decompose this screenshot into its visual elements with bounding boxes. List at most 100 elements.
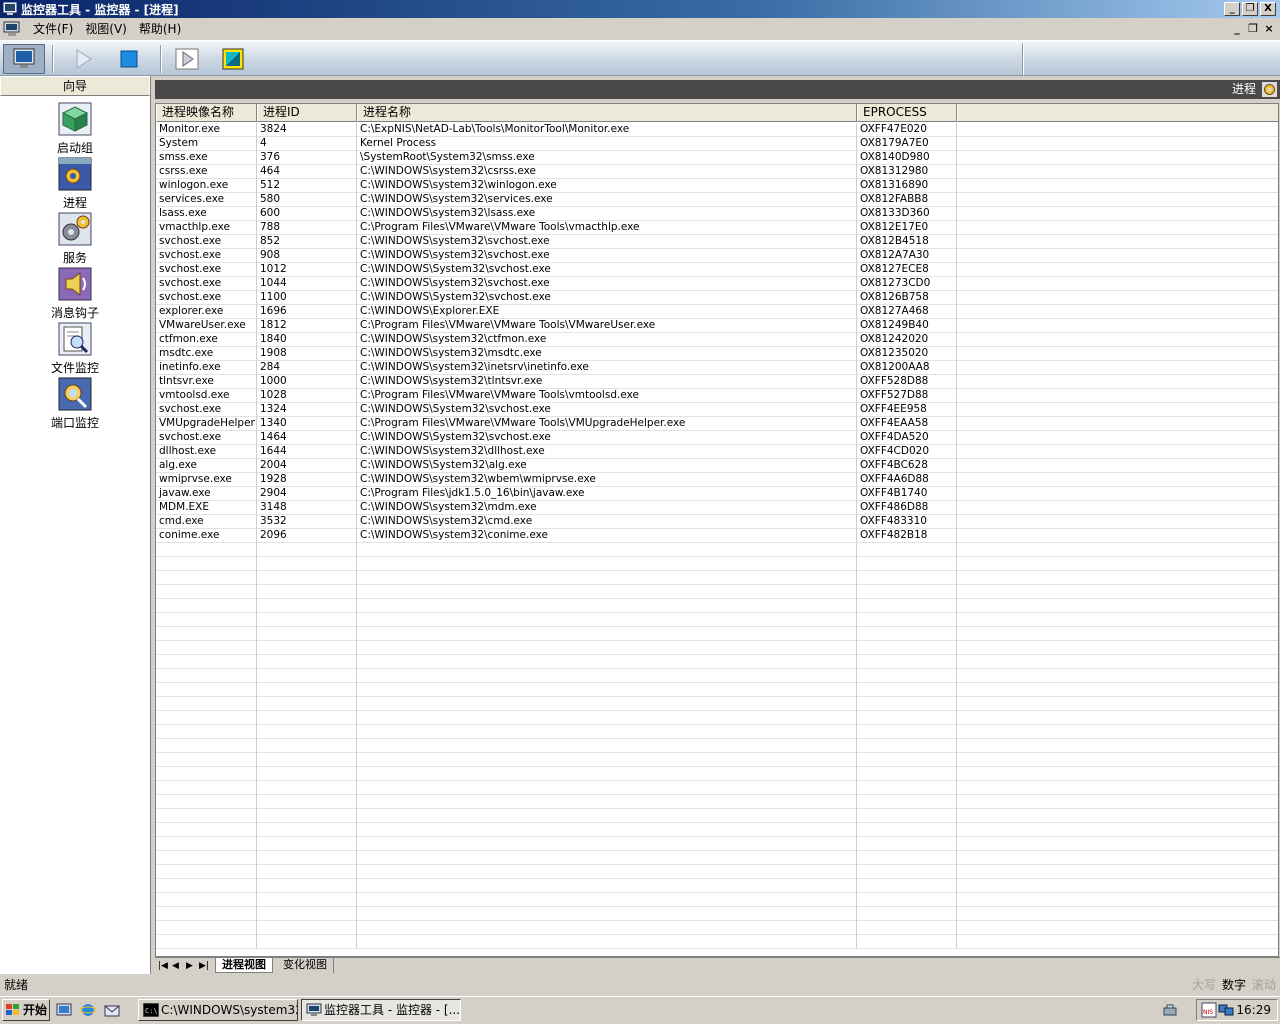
usb-device-icon[interactable] [1162,1002,1178,1018]
table-row[interactable]: System 4 Kernel Process OX8179A7E0 [156,137,1278,151]
cell-blank [957,599,1278,613]
table-row[interactable]: VMUpgradeHelper 1340 C:\Program Files\VMwa… [156,417,1278,431]
cell-eprocess [857,599,957,613]
column-header-image-name[interactable]: 进程映像名称 [156,104,257,122]
cell-process-path: C:\WINDOWS\system32\services.exe [357,193,857,207]
table-row[interactable]: alg.exe 2004 C:\WINDOWS\System32\alg.exe OX… [156,459,1278,473]
table-row[interactable]: wmiprvse.exe 1928 C:\WINDOWS\system32\wbem… [156,473,1278,487]
cell-process-path: C:\WINDOWS\system32\svchost.exe [357,235,857,249]
cell-eprocess: OX81235020 [857,347,957,361]
wizard-item-port-monitor[interactable]: 端口监控 [0,377,150,430]
cell-image-name: explorer.exe [156,305,257,319]
menu-help[interactable]: 帮助(H) [133,19,187,39]
toolbar-separator [160,45,162,73]
nis-tray-icon[interactable]: NIS [1201,1002,1217,1018]
last-tab-arrow[interactable]: ▶| [199,959,209,973]
cell-process-path: \SystemRoot\System32\smss.exe [357,151,857,165]
cell-blank [957,305,1278,319]
next-tab-arrow[interactable]: ▶ [186,959,193,973]
table-row[interactable]: javaw.exe 2904 C:\Program Files\jdk1.5.0_1… [156,487,1278,501]
table-row[interactable]: vmacthlp.exe 788 C:\Program Files\VMware\V… [156,221,1278,235]
cell-eprocess: OX81273CD0 [857,277,957,291]
cell-blank [957,221,1278,235]
cell-eprocess: OX812A7A30 [857,249,957,263]
first-tab-arrow[interactable]: |◀ [158,959,168,973]
cell-blank [957,893,1278,907]
cell-image-name [156,865,257,879]
table-row[interactable]: cmd.exe 3532 C:\WINDOWS\system32\cmd.exe OX… [156,515,1278,529]
minimize-button[interactable]: _ [1224,2,1240,16]
wizard-item-startup-group[interactable]: 启动组 [0,102,150,155]
process-list[interactable]: 进程映像名称 进程ID 进程名称 EPROCESS Monitor.exe 382… [155,103,1279,957]
table-row[interactable]: svchost.exe 1464 C:\WINDOWS\System32\svcho… [156,431,1278,445]
start-button[interactable]: 开始 [2,999,50,1021]
cell-image-name: csrss.exe [156,165,257,179]
mdi-minimize-button[interactable]: _ [1230,22,1244,36]
table-row[interactable]: ctfmon.exe 1840 C:\WINDOWS\system32\ctfmon… [156,333,1278,347]
menu-file[interactable]: 文件(F) [27,19,79,39]
wizard-item-service[interactable]: 服务 [0,212,150,265]
taskbar-item-monitor[interactable]: 监控器工具 - 监控器 - [... [301,999,461,1021]
taskbar-item-cmd[interactable]: C:\ C:\WINDOWS\system32... [138,999,298,1021]
column-header-eprocess[interactable]: EPROCESS [857,104,957,122]
maximize-button[interactable]: ❐ [1242,2,1258,16]
mdi-close-button[interactable]: × [1262,22,1276,36]
table-row[interactable]: msdtc.exe 1908 C:\WINDOWS\system32\msdtc.e… [156,347,1278,361]
table-row[interactable]: svchost.exe 852 C:\WINDOWS\system32\svchos… [156,235,1278,249]
cell-blank [957,613,1278,627]
table-row[interactable]: services.exe 580 C:\WINDOWS\system32\servi… [156,193,1278,207]
table-row[interactable]: MDM.EXE 3148 C:\WINDOWS\system32\mdm.exe OX… [156,501,1278,515]
cell-eprocess [857,557,957,571]
table-row[interactable]: vmtoolsd.exe 1028 C:\Program Files\VMware\… [156,389,1278,403]
close-button[interactable]: X [1260,2,1276,16]
outlook-express-icon[interactable] [104,1002,120,1018]
cell-image-name: cmd.exe [156,515,257,529]
table-row[interactable]: svchost.exe 1324 C:\WINDOWS\System32\svcho… [156,403,1278,417]
cell-blank [957,697,1278,711]
cell-image-name [156,935,257,949]
wizard-item-process[interactable]: 进程 [0,157,150,210]
table-row[interactable]: svchost.exe 1044 C:\WINDOWS\system32\svcho… [156,277,1278,291]
cell-pid [257,571,357,585]
table-row[interactable]: svchost.exe 1100 C:\WINDOWS\System32\svcho… [156,291,1278,305]
monitor-toolbar-button[interactable] [3,44,45,74]
table-row[interactable]: explorer.exe 1696 C:\WINDOWS\Explorer.EXE O… [156,305,1278,319]
cell-blank [957,459,1278,473]
table-row[interactable]: conime.exe 2096 C:\WINDOWS\system32\conime… [156,529,1278,543]
cell-image-name [156,725,257,739]
wizard-item-message-hook[interactable]: 消息钩子 [0,267,150,320]
show-desktop-icon[interactable] [56,1002,72,1018]
wizard-item-file-monitor[interactable]: 文件监控 [0,322,150,375]
title-bar[interactable]: 监控器工具 - 监控器 - [进程] _ ❐ X [0,0,1280,18]
stop-toolbar-button[interactable] [108,44,150,74]
table-row[interactable]: svchost.exe 908 C:\WINDOWS\system32\svchos… [156,249,1278,263]
mdi-restore-button[interactable]: ❐ [1246,22,1260,36]
cell-blank [957,823,1278,837]
table-row[interactable]: winlogon.exe 512 C:\WINDOWS\system32\winlo… [156,179,1278,193]
internet-explorer-icon[interactable] [80,1002,96,1018]
menu-view[interactable]: 视图(V) [79,19,133,39]
start-toolbar-button[interactable] [62,44,104,74]
prev-tab-arrow[interactable]: ◀ [172,959,179,973]
table-row[interactable]: svchost.exe 1012 C:\WINDOWS\System32\svcho… [156,263,1278,277]
table-row[interactable]: VMwareUser.exe 1812 C:\Program Files\VMwar… [156,319,1278,333]
table-row[interactable]: dllhost.exe 1644 C:\WINDOWS\system32\dllho… [156,445,1278,459]
cell-blank [957,165,1278,179]
table-row[interactable]: smss.exe 376 \SystemRoot\System32\smss.exe… [156,151,1278,165]
column-header-process-path[interactable]: 进程名称 [357,104,857,122]
mdi-child-icon[interactable] [3,21,21,37]
network-tray-icon[interactable] [1218,1002,1234,1018]
snapshot-toolbar-button[interactable] [212,44,254,74]
cell-eprocess [857,543,957,557]
table-row[interactable]: Monitor.exe 3824 C:\ExpNIS\NetAD-Lab\Tools… [156,123,1278,137]
tab-process-view[interactable]: 进程视图 [215,958,273,973]
table-row[interactable]: inetinfo.exe 284 C:\WINDOWS\system32\inets… [156,361,1278,375]
table-row[interactable]: lsass.exe 600 C:\WINDOWS\system32\lsass.ex… [156,207,1278,221]
table-row[interactable]: csrss.exe 464 C:\WINDOWS\system32\csrss.ex… [156,165,1278,179]
table-row[interactable]: tlntsvr.exe 1000 C:\WINDOWS\system32\tlnts… [156,375,1278,389]
step-toolbar-button[interactable] [166,44,208,74]
tab-change-view[interactable]: 变化视图 [277,958,334,973]
settings-gear-icon[interactable] [1262,82,1277,97]
cell-pid [257,725,357,739]
column-header-pid[interactable]: 进程ID [257,104,357,122]
